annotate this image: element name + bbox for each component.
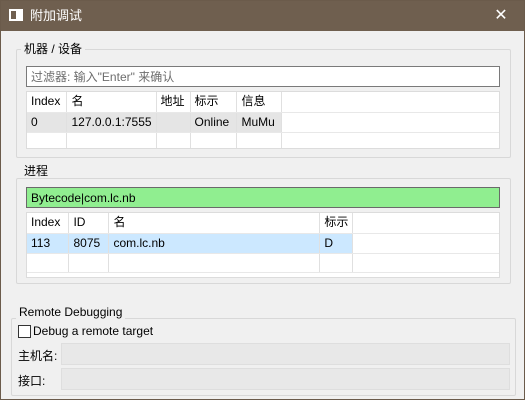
empty-row	[27, 253, 499, 273]
port-input[interactable]	[61, 368, 510, 390]
port-label: 接口:	[18, 374, 46, 388]
header-filler	[281, 92, 499, 113]
device-filter-input[interactable]	[26, 66, 500, 87]
column-header[interactable]: 名	[66, 92, 157, 113]
devices-table-header: Index 名 地址 标示 信息	[27, 92, 499, 113]
column-header[interactable]: Index	[27, 92, 68, 113]
process-table: Index ID 名 标示 113 8075 com.lc.nb D	[26, 212, 500, 278]
host-label: 主机名:	[18, 349, 58, 363]
column-header[interactable]: 名	[108, 213, 321, 234]
table-cell	[156, 112, 191, 133]
process-filter-input[interactable]	[26, 187, 500, 208]
table-cell: 127.0.0.1:7555	[66, 112, 157, 133]
process-table-header: Index ID 名 标示	[27, 213, 499, 234]
remote-target-checkbox[interactable]	[18, 325, 31, 338]
window-title: 附加调试	[30, 8, 83, 23]
table-row[interactable]: 0 127.0.0.1:7555 Online MuMu	[27, 112, 499, 133]
table-row[interactable]: 113 8075 com.lc.nb D	[27, 233, 499, 254]
remote-target-checkbox-label[interactable]: Debug a remote target	[33, 324, 153, 338]
process-group-label: 进程	[21, 164, 52, 178]
column-header[interactable]: ID	[68, 213, 110, 234]
remote-debugging-label: Remote Debugging	[16, 305, 126, 319]
row-filler	[352, 233, 499, 254]
row-filler	[281, 112, 499, 133]
close-button[interactable]: ✕	[478, 1, 524, 31]
column-header[interactable]: Index	[27, 213, 70, 234]
table-cell: 0	[27, 112, 68, 133]
title-bar: 附加调试 ✕	[1, 1, 524, 31]
column-header[interactable]: 标示	[319, 213, 354, 234]
attach-debug-dialog: 附加调试 ✕ 机器 / 设备 Index 名 地址 标示 信息 0 127.0.…	[0, 0, 525, 400]
table-cell: 113	[27, 233, 70, 254]
table-cell: D	[319, 233, 354, 254]
table-cell: 8075	[68, 233, 110, 254]
column-header[interactable]: 地址	[156, 92, 191, 113]
table-cell: Online	[190, 112, 238, 133]
devices-group-label: 机器 / 设备	[21, 42, 86, 56]
window-icon	[9, 9, 23, 21]
empty-row	[27, 132, 499, 148]
devices-table: Index 名 地址 标示 信息 0 127.0.0.1:7555 Online…	[26, 91, 500, 149]
column-header[interactable]: 信息	[236, 92, 283, 113]
host-input[interactable]	[61, 343, 510, 365]
column-header[interactable]: 标示	[190, 92, 238, 113]
header-filler	[352, 213, 499, 234]
table-cell: MuMu	[236, 112, 283, 133]
table-cell: com.lc.nb	[108, 233, 321, 254]
